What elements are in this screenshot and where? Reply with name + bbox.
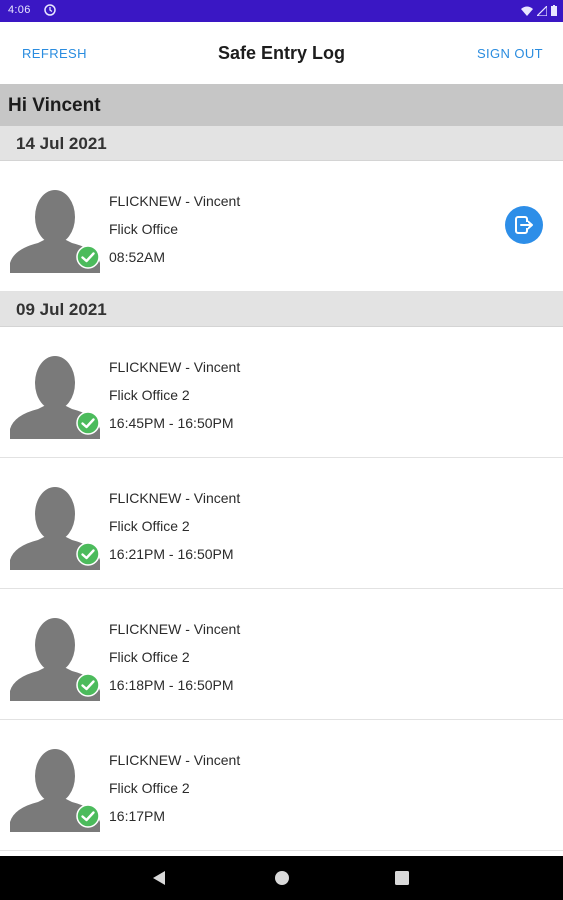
sign-out-button[interactable]: SIGN OUT xyxy=(477,46,543,61)
entry-time: 16:17PM xyxy=(109,808,166,824)
entry-row[interactable]: FLICKNEW - Vincent Flick Office 2 16:18P… xyxy=(0,589,563,720)
date-label: 14 Jul 2021 xyxy=(16,134,107,153)
entry-time: 16:21PM - 16:50PM xyxy=(109,546,234,562)
checkout-button[interactable] xyxy=(505,206,543,244)
back-icon[interactable] xyxy=(152,870,166,886)
battery-icon xyxy=(551,5,557,16)
entry-time: 16:18PM - 16:50PM xyxy=(109,677,234,693)
entry-name: FLICKNEW - Vincent xyxy=(109,359,241,375)
entry-row[interactable]: FLICKNEW - Vincent Flick Office 2 16:21P… xyxy=(0,458,563,589)
sync-icon xyxy=(44,4,56,16)
check-circle-icon xyxy=(76,804,100,828)
entry-details: FLICKNEW - Vincent Flick Office 2 16:18P… xyxy=(109,615,240,699)
date-label: 09 Jul 2021 xyxy=(16,300,107,319)
entry-row[interactable]: FLICKNEW - Vincent Flick Office 2 16:17P… xyxy=(0,720,563,851)
navigation-bar xyxy=(0,856,563,900)
wifi-icon xyxy=(521,6,533,16)
app-screen: 4:06 REFRESH Safe Entry Log SIGN OUT Hi … xyxy=(0,0,563,900)
recents-icon[interactable] xyxy=(395,871,409,885)
entry-row[interactable]: FLICKNEW - Vincent Flick Office 08:52AM xyxy=(0,161,563,292)
check-circle-icon xyxy=(76,673,100,697)
entry-location: Flick Office xyxy=(109,221,178,237)
entry-details: FLICKNEW - Vincent Flick Office 2 16:45P… xyxy=(109,353,240,437)
greeting-bar: Hi Vincent xyxy=(0,84,563,126)
greeting-text: Hi Vincent xyxy=(8,95,101,116)
entry-name: FLICKNEW - Vincent xyxy=(109,490,241,506)
status-time: 4:06 xyxy=(8,4,31,16)
checkout-icon xyxy=(515,216,533,234)
entry-location: Flick Office 2 xyxy=(109,649,190,665)
entry-name: FLICKNEW - Vincent xyxy=(109,621,241,637)
entry-time: 08:52AM xyxy=(109,249,166,265)
entry-details: FLICKNEW - Vincent Flick Office 08:52AM xyxy=(109,187,240,271)
home-icon[interactable] xyxy=(274,870,290,886)
check-circle-icon xyxy=(76,411,100,435)
entry-location: Flick Office 2 xyxy=(109,387,190,403)
entry-name: FLICKNEW - Vincent xyxy=(109,193,241,209)
entry-location: Flick Office 2 xyxy=(109,518,190,534)
status-bar: 4:06 xyxy=(0,0,563,22)
status-indicators xyxy=(521,4,557,17)
date-section-header: 09 Jul 2021 xyxy=(0,292,563,327)
check-circle-icon xyxy=(76,245,100,269)
entry-name: FLICKNEW - Vincent xyxy=(109,752,241,768)
signal-icon xyxy=(537,5,547,16)
entry-time: 16:45PM - 16:50PM xyxy=(109,415,234,431)
entry-log-list[interactable]: 14 Jul 2021 FLICKNEW - Vincent Flick Off… xyxy=(0,126,563,851)
entry-details: FLICKNEW - Vincent Flick Office 2 16:21P… xyxy=(109,484,240,568)
date-section-header: 14 Jul 2021 xyxy=(0,126,563,161)
check-circle-icon xyxy=(76,542,100,566)
entry-row[interactable]: FLICKNEW - Vincent Flick Office 2 16:45P… xyxy=(0,327,563,458)
app-header: REFRESH Safe Entry Log SIGN OUT xyxy=(0,22,563,85)
entry-details: FLICKNEW - Vincent Flick Office 2 16:17P… xyxy=(109,746,240,830)
entry-location: Flick Office 2 xyxy=(109,780,190,796)
